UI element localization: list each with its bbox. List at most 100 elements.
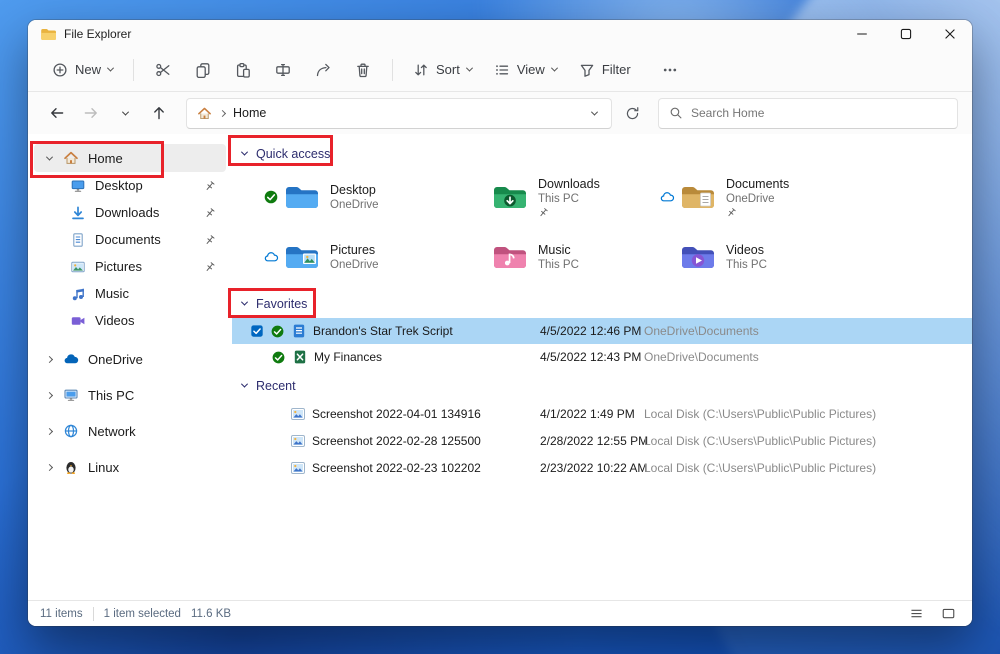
paste-button[interactable] <box>224 54 262 86</box>
breadcrumb-home[interactable]: Home <box>233 106 266 120</box>
file-row[interactable]: Screenshot 2022-02-28 125500 2/28/2022 1… <box>232 427 972 454</box>
large-thumbnails-toggle[interactable] <box>936 604 960 624</box>
back-button[interactable] <box>42 98 72 128</box>
desktop-icon <box>70 178 86 194</box>
see-more-button[interactable] <box>651 54 689 86</box>
pin-icon <box>204 261 216 273</box>
videos-folder-icon <box>680 242 716 272</box>
view-list-icon <box>494 62 510 78</box>
file-row[interactable]: My Finances 4/5/2022 12:43 PM OneDrive\D… <box>232 344 972 370</box>
command-bar: New Sort View Filter <box>28 48 972 92</box>
file-row[interactable]: Screenshot 2022-04-01 134916 4/1/2022 1:… <box>232 400 972 427</box>
arrow-up-icon <box>151 105 167 121</box>
tile-desktop[interactable]: Desktop OneDrive <box>262 172 470 222</box>
tile-documents[interactable]: Documents OneDrive <box>658 172 972 222</box>
minimize-button[interactable] <box>840 20 884 48</box>
sidebar-item-label: Linux <box>88 460 119 475</box>
plus-circle-icon <box>52 62 68 78</box>
toolbar-divider <box>133 59 134 81</box>
navigation-pane: Home Desktop Downloads Documents Picture… <box>28 134 232 600</box>
chevron-down-icon <box>241 380 248 387</box>
sidebar-item-label: This PC <box>88 388 134 403</box>
sidebar-item-downloads[interactable]: Downloads <box>34 199 226 226</box>
up-button[interactable] <box>144 98 174 128</box>
filter-button[interactable]: Filter <box>569 54 641 86</box>
close-icon <box>942 26 958 42</box>
chevron-down-icon[interactable] <box>44 156 54 161</box>
linux-penguin-icon <box>63 459 79 475</box>
chevron-down-icon <box>121 108 128 115</box>
details-view-toggle[interactable] <box>904 604 928 624</box>
music-icon <box>70 286 86 302</box>
sidebar-item-linux[interactable]: Linux <box>34 452 226 482</box>
section-header-favorites[interactable]: Favorites <box>232 292 972 316</box>
pin-icon <box>204 180 216 192</box>
tile-pictures[interactable]: Pictures OneDrive <box>262 232 470 282</box>
view-button[interactable]: View <box>484 54 567 86</box>
recent-locations-button[interactable] <box>110 98 140 128</box>
sidebar-item-music[interactable]: Music <box>34 280 226 307</box>
sidebar-item-desktop[interactable]: Desktop <box>34 172 226 199</box>
chevron-right-icon[interactable] <box>44 393 54 398</box>
sidebar-item-onedrive[interactable]: OneDrive <box>34 344 226 374</box>
cut-button[interactable] <box>144 54 182 86</box>
sidebar-item-label: Home <box>88 151 123 166</box>
file-location: OneDrive\Documents <box>644 350 972 364</box>
sidebar-item-videos[interactable]: Videos <box>34 307 226 334</box>
filter-label: Filter <box>602 62 631 77</box>
sidebar-item-network[interactable]: Network <box>34 416 226 446</box>
chevron-right-icon[interactable] <box>44 465 54 470</box>
search-input[interactable] <box>691 106 947 120</box>
item-count: 11 items <box>40 608 83 620</box>
cloud-status-icon <box>659 189 675 205</box>
image-file-icon <box>290 460 306 476</box>
sidebar-item-label: Videos <box>95 313 135 328</box>
section-header-recent[interactable]: Recent <box>232 374 972 398</box>
chevron-right-icon[interactable] <box>44 357 54 362</box>
tile-videos[interactable]: Videos This PC <box>658 232 972 282</box>
section-header-quick-access[interactable]: Quick access <box>232 142 972 166</box>
share-icon <box>315 62 331 78</box>
tile-music[interactable]: Music This PC <box>470 232 658 282</box>
sidebar-item-label: Desktop <box>95 178 143 193</box>
sidebar-item-this-pc[interactable]: This PC <box>34 380 226 410</box>
toolbar-divider <box>392 59 393 81</box>
file-row[interactable]: Screenshot 2022-02-23 102202 2/23/2022 1… <box>232 454 972 481</box>
sort-button[interactable]: Sort <box>403 54 482 86</box>
checkbox-checked-icon[interactable] <box>250 324 264 338</box>
tile-name: Music <box>538 243 579 258</box>
sort-label: Sort <box>436 62 460 77</box>
chevron-right-icon[interactable] <box>44 429 54 434</box>
chevron-right-icon <box>219 109 226 116</box>
quick-access-grid: Desktop OneDrive Downloads This PC <box>262 172 972 282</box>
home-icon <box>63 150 79 166</box>
videos-icon <box>70 313 86 329</box>
chevron-down-icon[interactable] <box>591 108 598 115</box>
new-button[interactable]: New <box>42 54 123 86</box>
tile-location: This PC <box>726 258 767 272</box>
rename-button[interactable] <box>264 54 302 86</box>
sync-check-icon <box>263 189 279 205</box>
close-button[interactable] <box>928 20 972 48</box>
file-date: 4/5/2022 12:46 PM <box>540 324 644 338</box>
copy-button[interactable] <box>184 54 222 86</box>
sidebar-item-home[interactable]: Home <box>34 144 226 172</box>
chevron-down-icon <box>551 65 558 72</box>
file-location: Local Disk (C:\Users\Public\Public Pictu… <box>644 407 972 421</box>
maximize-button[interactable] <box>884 20 928 48</box>
sidebar-item-documents[interactable]: Documents <box>34 226 226 253</box>
delete-button[interactable] <box>344 54 382 86</box>
file-row-selected[interactable]: Brandon's Star Trek Script 4/5/2022 12:4… <box>232 318 972 344</box>
pin-icon <box>204 234 216 246</box>
breadcrumb[interactable]: Home <box>186 98 612 129</box>
sidebar-item-pictures[interactable]: Pictures <box>34 253 226 280</box>
forward-button[interactable] <box>76 98 106 128</box>
arrow-left-icon <box>49 105 65 121</box>
file-explorer-window: File Explorer New Sort View <box>28 20 972 626</box>
window-body: Home Desktop Downloads Documents Picture… <box>28 134 972 600</box>
tile-downloads[interactable]: Downloads This PC <box>470 172 658 222</box>
new-label: New <box>75 62 101 77</box>
refresh-button[interactable] <box>616 98 648 128</box>
pictures-icon <box>70 259 86 275</box>
share-button[interactable] <box>304 54 342 86</box>
